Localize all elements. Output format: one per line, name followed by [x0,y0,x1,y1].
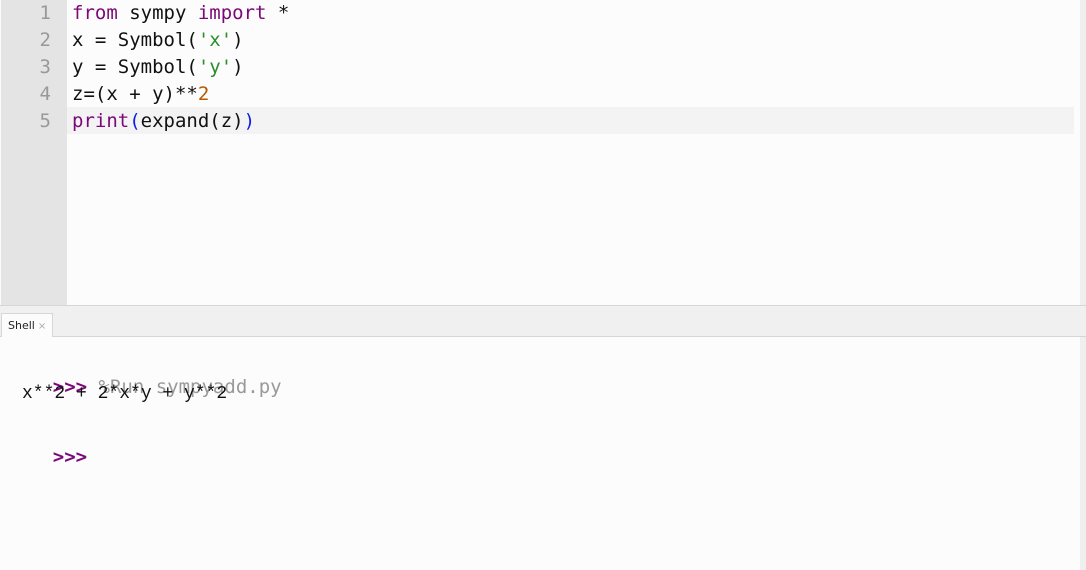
line-number: 4 [39,83,51,105]
shell-input-line[interactable]: >>> [7,417,87,498]
shell-scrollbar[interactable] [1080,337,1086,570]
shell-panel[interactable]: >>> %Run sympyadd.py x**2 + 2*x*y + y**2… [0,337,1086,570]
code-token: 'y' [197,56,233,78]
line-number: 2 [39,29,51,51]
code-token: ( [129,110,141,132]
code-token: ) [232,29,244,51]
code-line: x = Symbol('x') [72,27,244,54]
line-number: 5 [39,110,51,132]
code-token: sympy [117,2,198,24]
line-number: 3 [39,56,51,78]
code-token: 'x' [197,29,233,51]
code-token: ) [232,56,244,78]
code-token: print [72,110,130,132]
panel-tabbar [0,305,1086,337]
line-number: 1 [39,2,51,24]
code-token: y = Symbol( [72,56,198,78]
tab-shell[interactable]: Shell × [1,313,54,337]
code-token: * [266,2,290,24]
shell-prompt: >>> [52,446,88,468]
editor-scrollbar[interactable] [1080,0,1086,305]
code-editor[interactable]: 12345 from sympy import * x = Symbol('x')… [0,0,1086,305]
line-number-gutter: 1 2 3 4 5 [1,0,67,305]
code-token: x = Symbol( [72,29,198,51]
close-icon[interactable]: × [38,321,46,332]
code-token: z=(x + y)** [72,83,198,105]
code-token: import [197,2,267,24]
code-line: print(expand(z)) [72,108,255,135]
code-line: y = Symbol('y') [72,54,244,81]
code-token: ) [243,110,256,132]
code-token: from [72,2,118,24]
shell-output: x**2 + 2*x*y + y**2 [22,384,228,404]
code-token: 2 [197,83,210,105]
code-line: z=(x + y)**2 [72,81,209,108]
code-token: expand(z) [140,110,244,132]
code-line: from sympy import * [72,0,289,27]
tab-shell-label: Shell [8,319,35,332]
